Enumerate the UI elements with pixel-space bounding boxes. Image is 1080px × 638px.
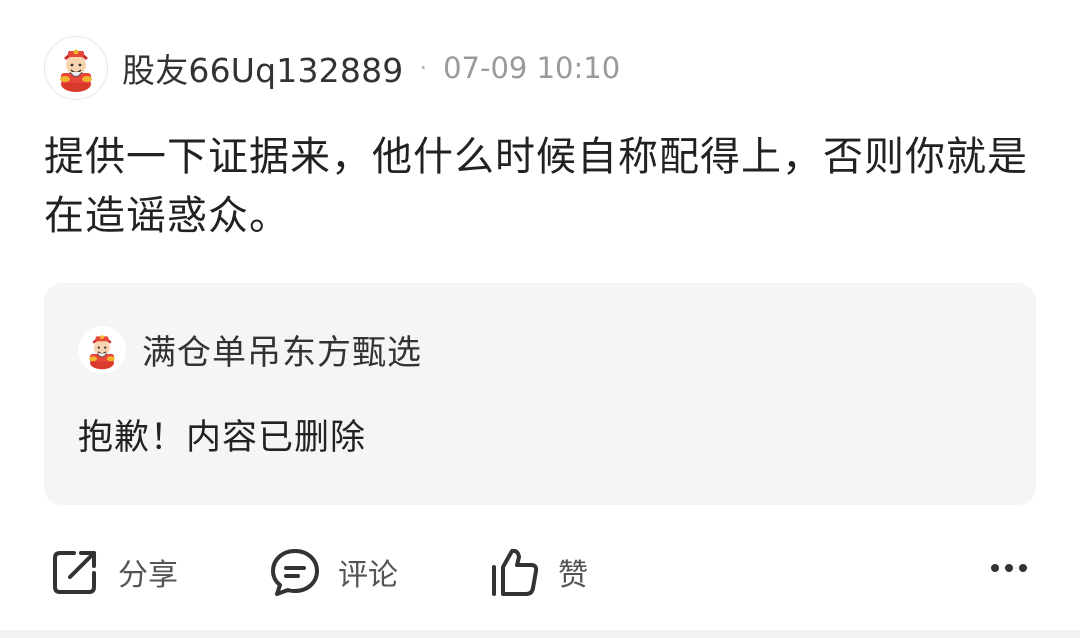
more-dots-icon[interactable]: [984, 540, 1034, 596]
post-content: 提供一下证据来，他什么时候自称配得上，否则你就是在造谣惑众。: [44, 134, 1028, 239]
fortune-god-avatar-icon: [60, 49, 92, 92]
quoted-author-name[interactable]: 满仓单吊东方甄选: [142, 325, 422, 374]
dot-2: [1005, 564, 1013, 572]
post-header: 股友66Uq132889 · 07-09 10:10: [44, 36, 620, 100]
header-separator: ·: [419, 54, 428, 82]
post-timestamp: 07-09 10:10: [443, 51, 621, 85]
share-label: 分享: [118, 558, 178, 593]
share-button[interactable]: 分享: [48, 540, 178, 604]
fortune-god-avatar-icon: [89, 334, 115, 369]
author-avatar[interactable]: [44, 36, 108, 100]
share-icon: [53, 551, 96, 594]
post-card: 股友66Uq132889 · 07-09 10:10 提供一下证据来，他什么时候…: [0, 0, 1080, 638]
quoted-author-avatar[interactable]: [78, 325, 126, 374]
comment-icon: [271, 549, 319, 596]
like-label: 赞: [558, 558, 588, 593]
dot-1: [991, 564, 999, 572]
bottom-divider: [0, 630, 1080, 638]
quoted-post-header: 满仓单吊东方甄选: [78, 325, 422, 374]
comment-button[interactable]: 评论: [268, 540, 398, 604]
like-button[interactable]: 赞: [488, 540, 588, 604]
quoted-post[interactable]: 满仓单吊东方甄选 抱歉！内容已删除: [44, 283, 1036, 505]
author-name[interactable]: 股友66Uq132889: [122, 44, 403, 92]
thumbs-up-icon: [492, 548, 539, 596]
quoted-content: 抱歉！内容已删除: [78, 418, 367, 458]
dot-3: [1019, 564, 1027, 572]
action-bar: 分享 评论 赞: [0, 540, 1080, 604]
comment-label: 评论: [338, 558, 398, 593]
